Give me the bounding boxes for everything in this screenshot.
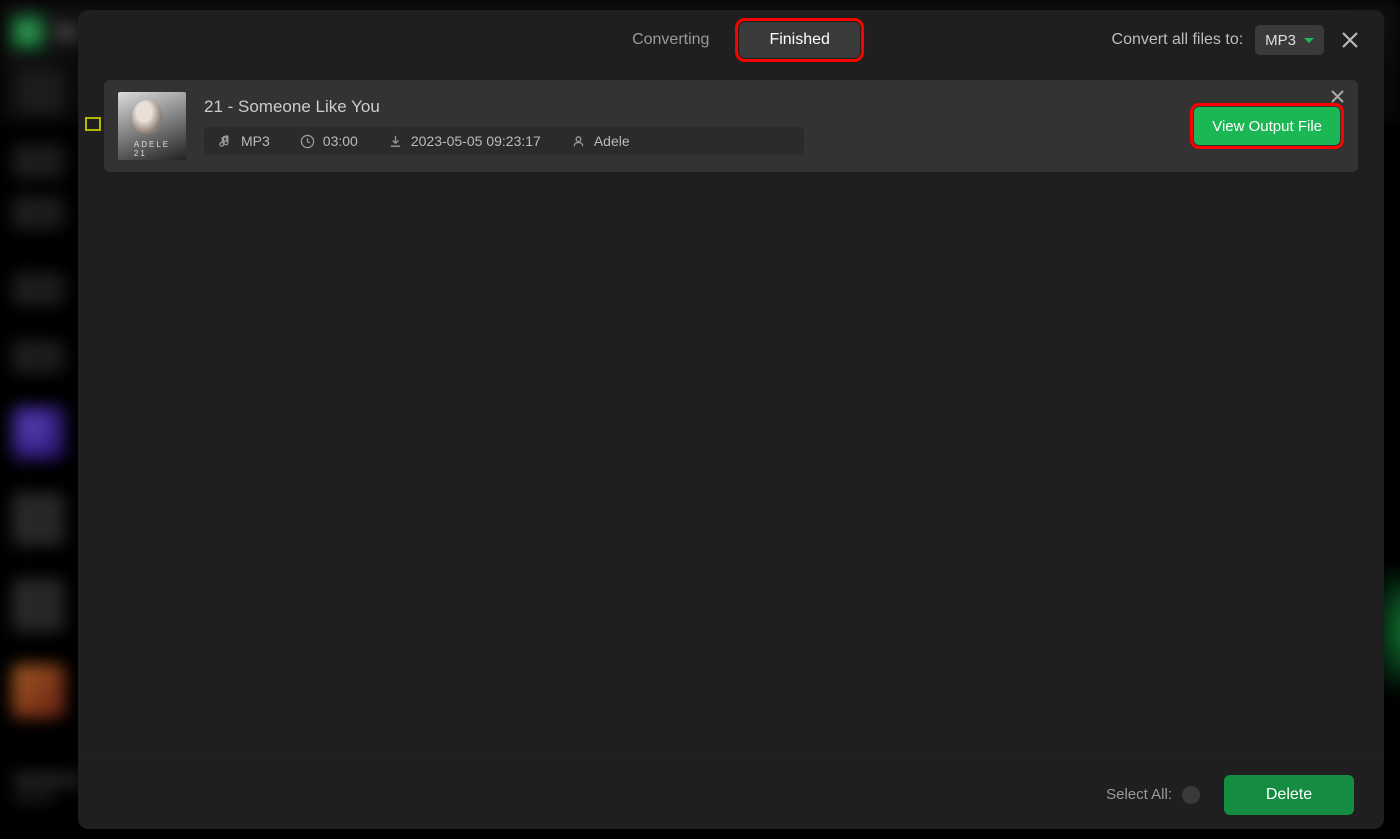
select-all-control[interactable]: Select All: bbox=[1106, 786, 1200, 804]
download-icon bbox=[388, 134, 403, 149]
conversion-modal: Converting Finished Convert all files to… bbox=[78, 10, 1384, 829]
select-all-label: Select All: bbox=[1106, 786, 1172, 803]
person-icon bbox=[571, 134, 586, 149]
tab-converting[interactable]: Converting bbox=[602, 22, 739, 58]
chevron-down-icon bbox=[1304, 38, 1314, 43]
app-logo-icon bbox=[12, 16, 44, 48]
meta-artist: Adele bbox=[571, 133, 630, 149]
album-art-tag: ADELE 21 bbox=[134, 140, 170, 158]
row-checkbox[interactable] bbox=[85, 117, 101, 131]
close-icon bbox=[1341, 31, 1359, 49]
format-selected-value: MP3 bbox=[1265, 32, 1296, 49]
convert-all-label: Convert all files to: bbox=[1112, 31, 1244, 49]
meta-duration: 03:00 bbox=[300, 133, 358, 149]
modal-body: ADELE 21 21 - Someone Like You MP3 03:00 bbox=[78, 70, 1384, 759]
modal-close-button[interactable] bbox=[1336, 26, 1364, 54]
album-art: ADELE 21 bbox=[118, 92, 186, 160]
track-row: ADELE 21 21 - Someone Like You MP3 03:00 bbox=[104, 80, 1358, 172]
clock-icon bbox=[300, 134, 315, 149]
modal-footer: Select All: Delete bbox=[78, 759, 1384, 829]
view-output-button[interactable]: View Output File bbox=[1194, 107, 1340, 145]
tab-finished[interactable]: Finished bbox=[739, 22, 859, 58]
meta-timestamp: 2023-05-05 09:23:17 bbox=[388, 133, 541, 149]
app-title: Sp bbox=[54, 19, 81, 45]
track-title: 21 - Someone Like You bbox=[204, 97, 1176, 117]
track-meta-bar: MP3 03:00 2023-05-05 09:23:17 Adele bbox=[204, 127, 804, 155]
select-all-toggle[interactable] bbox=[1182, 786, 1200, 804]
music-note-icon bbox=[218, 134, 233, 149]
row-remove-button[interactable] bbox=[1331, 90, 1344, 108]
format-select[interactable]: MP3 bbox=[1255, 25, 1324, 55]
meta-format: MP3 bbox=[218, 133, 270, 149]
tab-bar: Converting Finished bbox=[602, 22, 860, 58]
close-icon bbox=[1331, 90, 1344, 103]
delete-button[interactable]: Delete bbox=[1224, 775, 1354, 815]
modal-header: Converting Finished Convert all files to… bbox=[78, 10, 1384, 70]
